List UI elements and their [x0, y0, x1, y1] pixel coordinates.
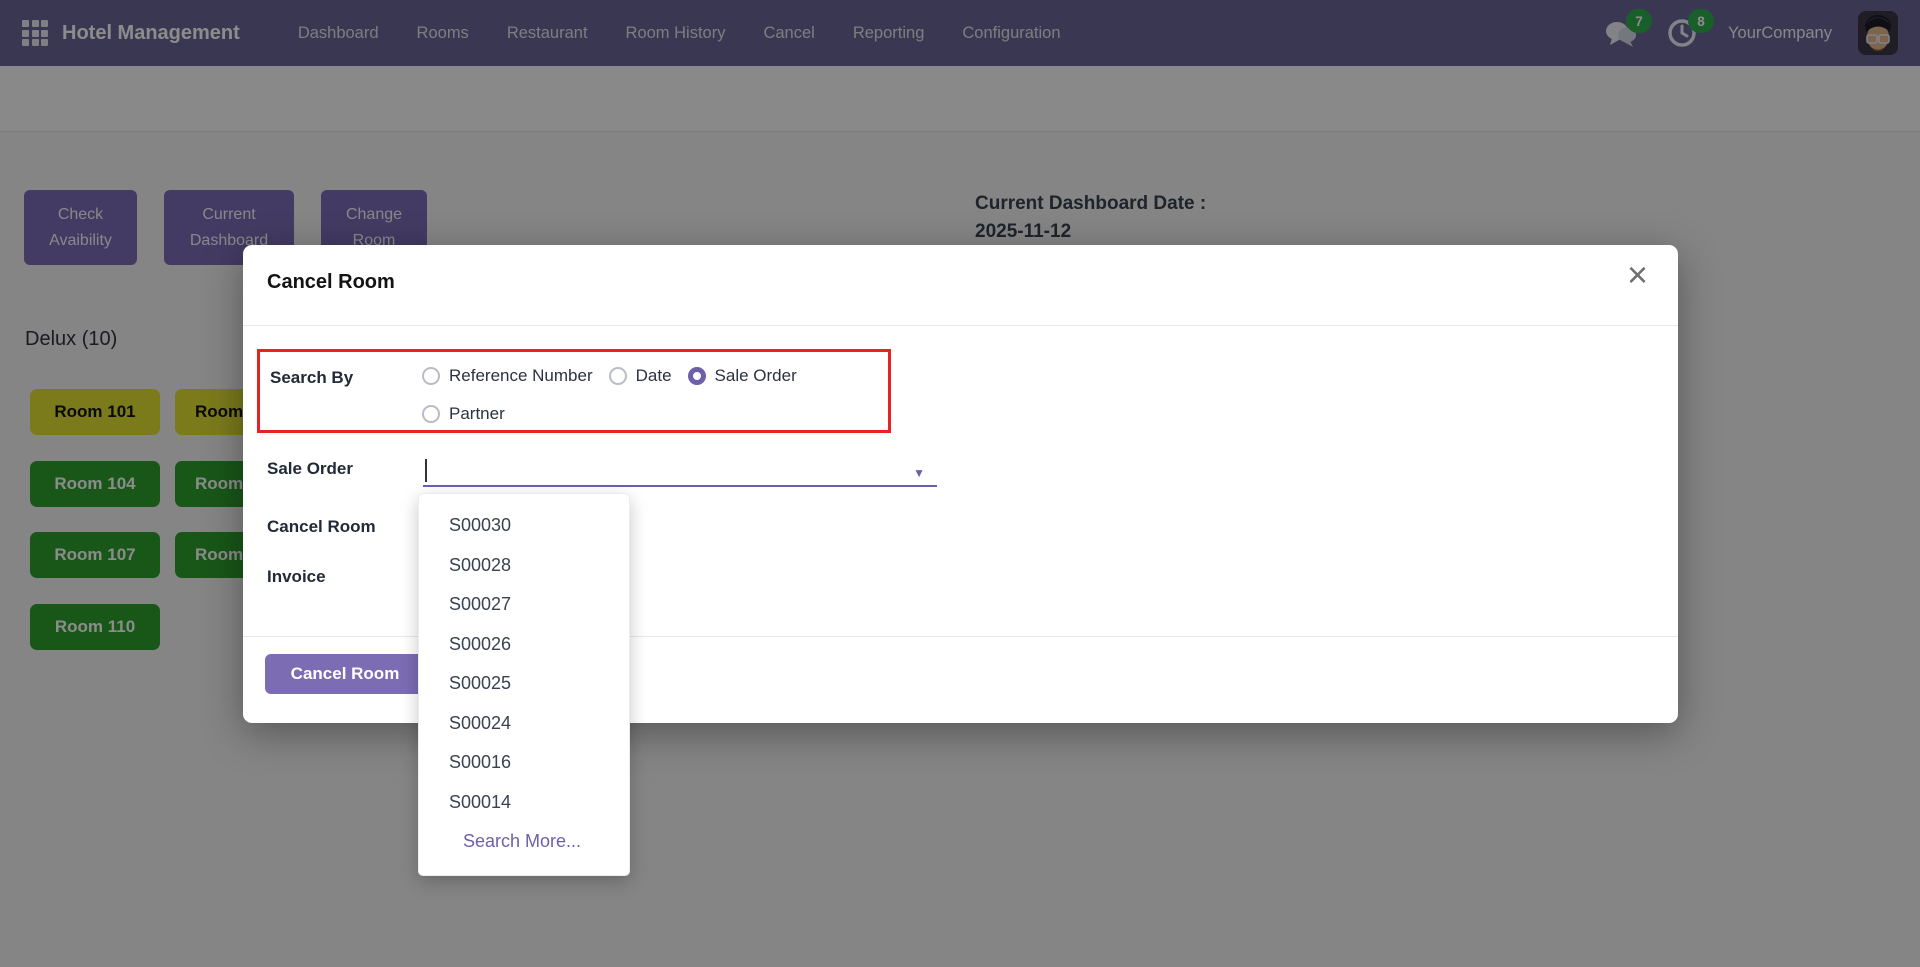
modal-header: Cancel Room ×	[243, 245, 1678, 326]
cancel-room-submit-button[interactable]: Cancel Room	[265, 654, 425, 694]
sale-order-dropdown: S00030 S00028 S00027 S00026 S00025 S0002…	[418, 493, 630, 876]
cancel-room-field-label: Cancel Room	[267, 517, 376, 537]
radio-circle-icon	[422, 367, 440, 385]
modal-title: Cancel Room	[267, 271, 395, 294]
radio-circle-icon	[422, 405, 440, 423]
search-by-options: Reference Number Date Sale Order	[422, 359, 797, 430]
sale-order-input[interactable]: ▼	[423, 455, 937, 487]
search-by-label: Search By	[270, 359, 422, 430]
hotel-management-app: Hotel Management Dashboard Rooms Restaur…	[0, 0, 1920, 967]
radio-sale-order-selected[interactable]: Sale Order	[688, 366, 797, 386]
close-icon[interactable]: ×	[1627, 257, 1648, 293]
search-by-group-highlighted: Search By Reference Number Date	[257, 349, 891, 433]
dropdown-item[interactable]: S00026	[419, 625, 629, 665]
text-cursor	[425, 459, 427, 482]
dropdown-item[interactable]: S00027	[419, 585, 629, 625]
dropdown-item[interactable]: S00028	[419, 546, 629, 586]
radio-checked-icon	[688, 367, 706, 385]
dropdown-item[interactable]: S00025	[419, 664, 629, 704]
dropdown-item[interactable]: S00014	[419, 783, 629, 823]
radio-circle-icon	[609, 367, 627, 385]
dropdown-item[interactable]: S00016	[419, 743, 629, 783]
radio-partner[interactable]: Partner	[422, 404, 505, 424]
sale-order-field-label: Sale Order	[267, 459, 353, 479]
invoice-field-label: Invoice	[267, 567, 326, 587]
radio-date[interactable]: Date	[609, 366, 672, 386]
dropdown-caret-icon[interactable]: ▼	[913, 466, 925, 480]
dropdown-item[interactable]: S00030	[419, 506, 629, 546]
radio-reference-number[interactable]: Reference Number	[422, 366, 593, 386]
search-more-link[interactable]: Search More...	[419, 822, 629, 862]
dropdown-item[interactable]: S00024	[419, 704, 629, 744]
